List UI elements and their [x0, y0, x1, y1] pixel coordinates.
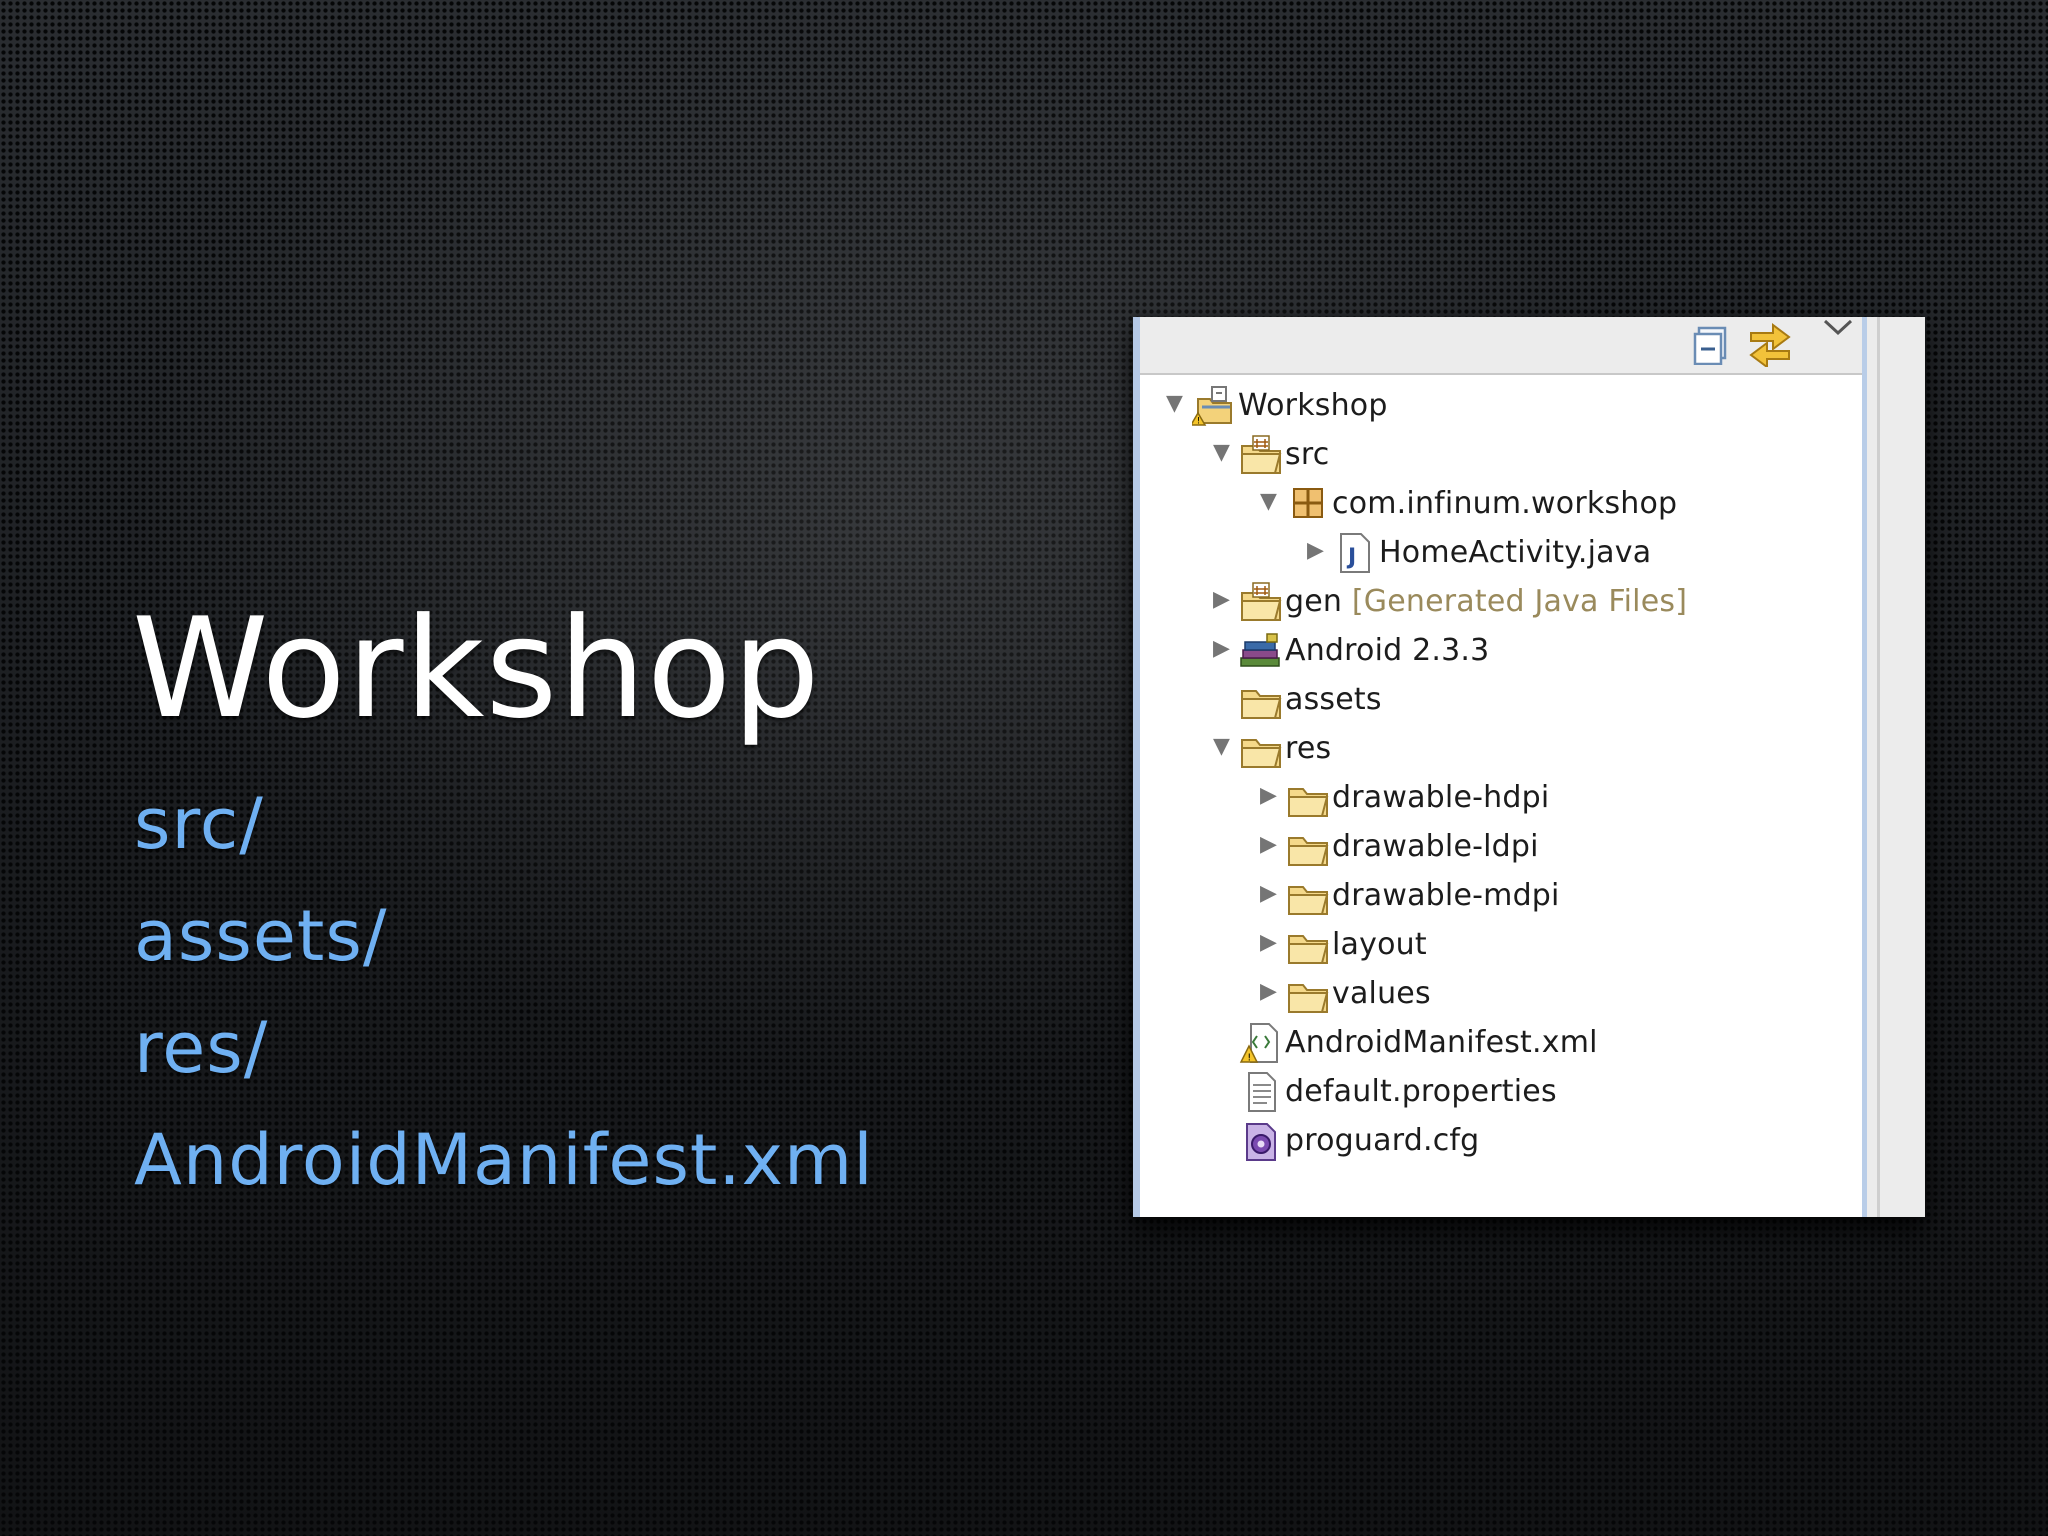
- tree-item[interactable]: proguard.cfg: [1133, 1118, 1853, 1167]
- tree-item[interactable]: assets: [1133, 677, 1853, 726]
- bullet-list: src/ assets/ res/ AndroidManifest.xml: [134, 786, 874, 1234]
- expanded-triangle-icon[interactable]: ▼: [1213, 736, 1235, 758]
- tree-item-label: values: [1332, 973, 1431, 1015]
- folder-icon: [1239, 679, 1283, 721]
- tree-item-label: AndroidManifest.xml: [1285, 1022, 1598, 1064]
- view-menu-icon[interactable]: [1821, 317, 1855, 339]
- tree-item-name: src: [1285, 437, 1330, 472]
- tree-item-name: layout: [1332, 927, 1427, 962]
- tree-item[interactable]: ▶ Android 2.3.3: [1133, 628, 1853, 677]
- svg-text:J: J: [1346, 545, 1356, 570]
- tree-item[interactable]: ▼ res: [1133, 726, 1853, 775]
- tree-item[interactable]: ▶ drawable-ldpi: [1133, 824, 1853, 873]
- tree-item-label: gen [Generated Java Files]: [1285, 581, 1687, 623]
- tree-item-name: proguard.cfg: [1285, 1123, 1480, 1158]
- collapsed-triangle-icon[interactable]: ▶: [1260, 932, 1282, 954]
- tree-item[interactable]: ▼ com.infinum.workshop: [1133, 481, 1853, 530]
- tree-item-label: layout: [1332, 924, 1427, 966]
- collapsed-triangle-icon[interactable]: ▶: [1307, 540, 1329, 562]
- expanded-triangle-icon[interactable]: ▼: [1213, 442, 1235, 464]
- tree-item-name: default.properties: [1285, 1074, 1557, 1109]
- config-file-icon: [1239, 1120, 1283, 1162]
- expanded-triangle-icon[interactable]: ▼: [1260, 491, 1282, 513]
- tree-item-label: drawable-mdpi: [1332, 875, 1560, 917]
- tree-item[interactable]: default.properties: [1133, 1069, 1853, 1118]
- source-folder-icon: [1239, 581, 1283, 623]
- tree-item-name: assets: [1285, 682, 1382, 717]
- slide-title: Workshop: [132, 588, 821, 749]
- java-file-icon: J: [1333, 532, 1377, 574]
- tree-item-name: AndroidManifest.xml: [1285, 1025, 1598, 1060]
- tree-item-decoration: [Generated Java Files]: [1351, 584, 1688, 619]
- tree-item[interactable]: ▶ layout: [1133, 922, 1853, 971]
- tree-item[interactable]: ▼ src: [1133, 432, 1853, 481]
- tree-item-name: drawable-ldpi: [1332, 829, 1539, 864]
- tree-item-label: Workshop: [1238, 385, 1388, 427]
- tree-item-name: drawable-hdpi: [1332, 780, 1550, 815]
- bullet-item-manifest: AndroidManifest.xml: [134, 1119, 874, 1201]
- text-file-icon: [1239, 1071, 1283, 1113]
- folder-icon: [1286, 924, 1330, 966]
- svg-text:!: !: [1247, 1053, 1251, 1064]
- folder-icon: [1286, 875, 1330, 917]
- tree-item-name: HomeActivity.java: [1379, 535, 1652, 570]
- bullet-item-assets: assets/: [134, 895, 388, 977]
- tree-item-name: Workshop: [1238, 388, 1388, 423]
- project-icon: !: [1189, 385, 1236, 427]
- collapsed-triangle-icon[interactable]: ▶: [1260, 883, 1282, 905]
- tree-item-label: proguard.cfg: [1285, 1120, 1479, 1162]
- folder-icon: [1286, 973, 1330, 1015]
- tree-item-label: default.properties: [1285, 1071, 1557, 1113]
- collapsed-triangle-icon[interactable]: ▶: [1260, 785, 1282, 807]
- tree-item[interactable]: ▶ values: [1133, 971, 1853, 1020]
- collapsed-triangle-icon[interactable]: ▶: [1213, 638, 1235, 660]
- folder-icon: [1286, 826, 1330, 868]
- tree-item[interactable]: ▶ J HomeActivity.java: [1133, 530, 1853, 579]
- svg-text:!: !: [1197, 417, 1201, 427]
- bullet-item-res: res/: [134, 1007, 269, 1089]
- tree-item-label: res: [1285, 728, 1331, 770]
- tree-item-label: drawable-hdpi: [1332, 777, 1549, 819]
- tree-item-name: res: [1285, 731, 1332, 766]
- tree-item[interactable]: ▼! Workshop: [1133, 383, 1853, 432]
- collapsed-triangle-icon[interactable]: ▶: [1213, 589, 1235, 611]
- xml-file-icon: !: [1239, 1022, 1283, 1064]
- tree-item[interactable]: ! AndroidManifest.xml: [1133, 1020, 1853, 1069]
- collapsed-triangle-icon[interactable]: ▶: [1260, 981, 1282, 1003]
- expanded-triangle-icon[interactable]: ▼: [1166, 393, 1188, 415]
- bullet-item-src: src/: [134, 783, 264, 865]
- source-folder-icon: [1239, 434, 1283, 476]
- tree-item-label: HomeActivity.java: [1379, 532, 1651, 574]
- tree-item-label: assets: [1285, 679, 1382, 721]
- collapse-all-icon[interactable]: [1693, 325, 1733, 365]
- library-icon: [1239, 630, 1283, 672]
- tree-item-label: src: [1285, 434, 1329, 476]
- tree-item[interactable]: ▶ drawable-hdpi: [1133, 775, 1853, 824]
- tree-item-name: gen: [1285, 584, 1343, 619]
- folder-icon: [1286, 777, 1330, 819]
- link-with-editor-icon[interactable]: [1745, 319, 1795, 367]
- package-icon: [1286, 483, 1330, 525]
- tree-item[interactable]: ▶ gen [Generated Java Files]: [1133, 579, 1853, 628]
- tree-item-name: Android 2.3.3: [1285, 633, 1490, 668]
- panel-right-gutter: [1862, 317, 1925, 1217]
- tree-item-name: values: [1332, 976, 1431, 1011]
- tree-item-label: Android 2.3.3: [1285, 630, 1489, 672]
- tree-item-label: com.infinum.workshop: [1332, 483, 1677, 525]
- panel-divider: [1862, 317, 1867, 1217]
- tree-item-name: com.infinum.workshop: [1332, 486, 1678, 521]
- tree-item-name: drawable-mdpi: [1332, 878, 1560, 913]
- collapsed-triangle-icon[interactable]: ▶: [1260, 834, 1282, 856]
- panel-divider-shadow: [1877, 317, 1880, 1217]
- package-explorer-panel: ▼! Workshop ▼ src ▼ com.infinum.workshop ▶ J Hom…: [1133, 317, 1925, 1217]
- tree-item-label: drawable-ldpi: [1332, 826, 1539, 868]
- folder-icon: [1239, 728, 1283, 770]
- tree-item[interactable]: ▶ drawable-mdpi: [1133, 873, 1853, 922]
